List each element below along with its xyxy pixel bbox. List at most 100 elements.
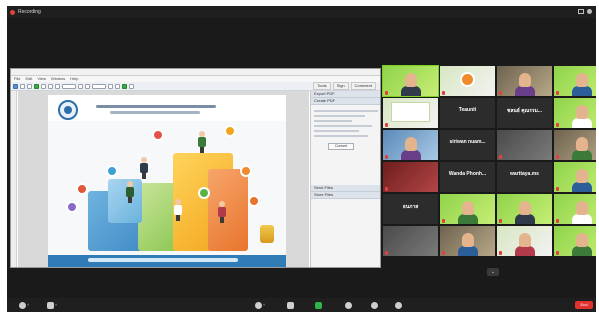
muted-mic-icon	[499, 91, 502, 95]
participant-tile[interactable]	[497, 226, 552, 256]
reactions-control[interactable]	[371, 301, 378, 309]
slide-footer	[48, 255, 286, 267]
chat-control[interactable]	[287, 301, 294, 309]
share-screen-icon[interactable]	[315, 301, 322, 309]
participant-tile[interactable]	[383, 130, 438, 160]
participant-name: Teaunit	[458, 107, 477, 113]
tab-comment: Comment	[350, 82, 376, 90]
participant-tile[interactable]	[554, 162, 596, 192]
record-icon[interactable]	[345, 301, 352, 309]
participant-tile[interactable]	[440, 66, 495, 96]
muted-mic-icon	[442, 251, 445, 255]
view-layout-icon[interactable]	[578, 9, 584, 14]
participant-face	[462, 201, 474, 215]
participant-tile[interactable]	[497, 130, 552, 160]
tab-tools: Tools	[313, 82, 331, 90]
participant-name: ชลนธ์ คุณรรม...	[506, 108, 543, 114]
mute-control[interactable]: ˄	[19, 301, 29, 309]
end-meeting-button[interactable]: End	[575, 301, 593, 309]
participant-tile[interactable]: ชลนธ์ คุณรรม...	[497, 98, 552, 128]
participant-face	[576, 105, 588, 119]
record-dot-icon	[10, 9, 15, 15]
person-figure	[140, 157, 148, 179]
participant-tile[interactable]	[440, 194, 495, 224]
participant-face	[576, 233, 588, 247]
participant-tile[interactable]	[554, 98, 596, 128]
participant-video	[515, 214, 535, 224]
participant-video	[401, 86, 421, 96]
participant-tile[interactable]: Wanda Phonh...	[440, 162, 495, 192]
participant-tile[interactable]: Teaunit	[440, 98, 495, 128]
participant-tile[interactable]	[440, 226, 495, 256]
step-marker-1	[66, 201, 78, 213]
chevron-up-icon[interactable]: ˄	[263, 301, 265, 309]
participant-tile[interactable]	[554, 226, 596, 256]
muted-mic-icon	[499, 219, 502, 223]
gallery-next-page-button[interactable]: ⌄	[487, 268, 499, 276]
chevron-up-icon[interactable]: ˄	[55, 301, 57, 309]
participant-name: siriwan nuam...	[449, 139, 486, 145]
video-camera-icon[interactable]	[47, 301, 54, 309]
person-figure	[174, 199, 182, 221]
person-figure	[218, 201, 226, 223]
video-control[interactable]: ˄	[47, 301, 57, 309]
participant-video	[515, 246, 535, 256]
participant-tile[interactable]	[497, 194, 552, 224]
fit-width-icon	[115, 83, 120, 89]
participant-face	[576, 201, 588, 215]
navigation-strip	[11, 91, 17, 267]
print-icon	[27, 83, 32, 89]
panel-tabs: Tools Sign Comment	[313, 82, 376, 90]
participant-tile[interactable]	[383, 226, 438, 256]
share-screen-control[interactable]	[315, 301, 322, 309]
chat-icon[interactable]	[287, 301, 294, 309]
participants-icon[interactable]	[255, 301, 262, 309]
participant-video	[401, 150, 421, 160]
participant-tile[interactable]	[382, 65, 439, 97]
microphone-icon[interactable]	[19, 301, 26, 309]
muted-mic-icon	[556, 219, 559, 223]
participant-face	[462, 233, 474, 247]
participant-face	[519, 73, 531, 87]
tab-sign: Sign	[332, 82, 349, 90]
apps-icon[interactable]	[395, 301, 402, 309]
presentation-slide	[48, 95, 286, 267]
save-icon	[20, 83, 25, 89]
window-controls	[578, 9, 592, 14]
reactions-icon[interactable]	[371, 301, 378, 309]
fullscreen-icon[interactable]	[587, 9, 592, 14]
slide-subheading-text	[110, 111, 200, 114]
participant-face	[576, 73, 588, 87]
participants-control[interactable]: ˄	[255, 301, 265, 309]
chevron-up-icon[interactable]: ˄	[27, 301, 29, 309]
slide-footer-text	[88, 258, 238, 262]
participant-video	[458, 214, 478, 224]
recording-indicator: Recording	[10, 9, 41, 15]
shared-window-title	[11, 69, 380, 76]
participant-tile[interactable]	[497, 66, 552, 96]
participant-tile[interactable]: warttaya.ms	[497, 162, 552, 192]
participant-tile[interactable]	[554, 194, 596, 224]
participant-tile[interactable]: siriwan nuam...	[440, 130, 495, 160]
send-files-section: Send Files	[311, 185, 380, 192]
step-marker-3	[106, 165, 118, 177]
step-marker-8	[248, 195, 260, 207]
menu-view: View	[37, 76, 46, 81]
apps-control[interactable]	[395, 301, 402, 309]
participant-tile[interactable]	[554, 130, 596, 160]
participant-video	[572, 118, 592, 128]
zoom-in-icon	[85, 83, 90, 89]
step-marker-2	[76, 183, 88, 195]
slide-header	[48, 95, 286, 121]
participant-tile[interactable]	[383, 98, 438, 128]
menu-file: File	[14, 76, 21, 81]
participant-tile[interactable]	[554, 66, 596, 96]
share-icon	[34, 83, 39, 89]
prev-page-icon	[48, 83, 53, 89]
record-control[interactable]	[345, 301, 352, 309]
document-area	[18, 91, 309, 267]
coin-stack-icon	[260, 225, 274, 243]
organization-logo-icon	[460, 72, 475, 87]
participant-tile[interactable]: ธนภาส	[383, 194, 438, 224]
participant-tile[interactable]	[383, 162, 438, 192]
